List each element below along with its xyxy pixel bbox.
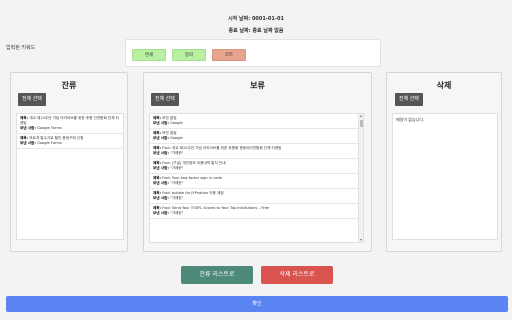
move-to-keep-button[interactable]: 잔류 리스트로: [181, 266, 253, 284]
title-label: 제목:: [153, 116, 162, 120]
title-label: 제목:: [153, 206, 162, 210]
list-item[interactable]: 제목: Fwd: 개교 제10주년 기념 아카이브를 위한 후원회 총동아리연합…: [150, 144, 363, 159]
sender-label: 보낸 사람:: [20, 141, 36, 145]
empty-message: 메일이 없습니다.: [396, 117, 425, 122]
mail-sender: "가례한": [170, 211, 184, 215]
keep-list: 제목: 개교 제10주년 기념 아카이브를 위한 후원 인연합회 단체 티켓팅 …: [16, 113, 124, 240]
sender-label: 보낸 사람:: [153, 211, 169, 215]
mail-sender: "가례한": [170, 151, 184, 155]
list-item[interactable]: 제목: 보안 알림 보낸 사람: Google: [150, 129, 363, 144]
start-date: 시작 날짜: 0001-01-01: [228, 16, 284, 22]
mail-title: 모르게 발수기로 할인 증정구매 신청: [29, 136, 84, 140]
title-label: 제목:: [153, 131, 162, 135]
list-item[interactable]: 제목: Fwd: Send Your TOEFL Scores to Your …: [150, 204, 363, 219]
scroll-down-icon[interactable]: [360, 239, 362, 241]
keep-select-all-button[interactable]: 전체 선택: [18, 93, 46, 106]
title-label: 제목:: [153, 146, 162, 150]
mail-sender: "가례한": [170, 166, 184, 170]
sender-label: 보낸 사람:: [20, 126, 36, 130]
sender-label: 보낸 사람:: [153, 121, 169, 125]
sender-label: 보낸 사람:: [153, 136, 169, 140]
sender-label: 보낸 사람:: [153, 181, 169, 185]
scroll-thumb[interactable]: [360, 120, 363, 127]
mail-title: Fwd: 개교 제10주년 기념 아카이브를 위한 후원회 총동아리연합회 단체…: [162, 146, 282, 150]
mail-sender: Google Forms: [37, 126, 62, 130]
hold-panel-title: 보류: [250, 81, 265, 90]
mail-sender: Google: [170, 136, 183, 140]
delete-select-all-button[interactable]: 전체 선택: [395, 93, 423, 106]
list-item[interactable]: 제목: 모르게 발수기로 할인 증정구매 신청 보낸 사람: Google Fo…: [17, 134, 123, 149]
title-label: 제목:: [153, 176, 162, 180]
mail-title: 개교 제10주년 기념 아카이브를 위한 후원 인연합회 단체 티켓팅: [20, 116, 119, 125]
mail-sender: "가례한": [170, 181, 184, 185]
mail-sender: Google: [170, 121, 183, 125]
list-item[interactable]: 제목: 보안 알림 보낸 사람: Google: [150, 114, 363, 129]
delete-list: 메일이 없습니다.: [392, 113, 498, 240]
scroll-up-icon[interactable]: [360, 115, 362, 117]
keyword-chip[interactable]: 면세: [132, 49, 166, 61]
confirm-button[interactable]: 확인: [6, 296, 508, 312]
keyword-chip[interactable]: 정의: [172, 49, 206, 61]
move-to-delete-button[interactable]: 삭제 리스트로: [261, 266, 333, 284]
sender-label: 보낸 사람:: [153, 151, 169, 155]
mail-title: Fwd: Send Your TOEFL Scores to Your Top …: [162, 206, 269, 210]
keyword-label: 입력된 키워드: [6, 45, 36, 51]
hold-list: 제목: 보안 알림 보낸 사람: Google 제목: 보안 알림 보낸 사람:…: [149, 113, 364, 243]
mail-title: 보안 알림: [162, 116, 177, 120]
keep-panel-title: 잔류: [61, 81, 77, 90]
title-label: 제목:: [20, 116, 29, 120]
list-item[interactable]: 제목: Fwd: bubble for JYPnation 이용 계정 보낸 사…: [150, 189, 363, 204]
hold-list-scrollbar[interactable]: [358, 114, 363, 242]
keyword-box: 면세 정의 코트: [125, 39, 381, 67]
sender-label: 보낸 사람:: [153, 166, 169, 170]
hold-panel: 보류 전체 선택 제목: 보안 알림 보낸 사람: Google 제목: 보안 …: [143, 72, 372, 252]
list-item[interactable]: 제목: 개교 제10주년 기념 아카이브를 위한 후원 인연합회 단체 티켓팅 …: [17, 114, 123, 134]
sender-label: 보낸 사람:: [153, 196, 169, 200]
mail-title: Fwd: [구글] 개인정보 이용내역 통지 안내: [162, 161, 226, 165]
keyword-chip[interactable]: 코트: [212, 49, 246, 61]
list-item[interactable]: 제목: Fwd: [구글] 개인정보 이용내역 통지 안내 보낸 사람: "가례…: [150, 159, 363, 174]
delete-panel-title: 삭제: [436, 81, 452, 90]
mail-sender: Google Forms: [37, 141, 62, 145]
title-label: 제목:: [20, 136, 29, 140]
mail-title: 보안 알림: [162, 131, 177, 135]
mail-title: Fwd: Your two-factor sign in code: [162, 176, 222, 180]
title-label: 제목:: [153, 191, 162, 195]
hold-select-all-button[interactable]: 전체 선택: [151, 93, 179, 106]
delete-panel: 삭제 전체 선택 메일이 없습니다.: [386, 72, 502, 252]
keep-panel: 잔류 전체 선택 제목: 개교 제10주년 기념 아카이브를 위한 후원 인연합…: [10, 72, 128, 252]
mail-sender: "가례한": [170, 196, 184, 200]
end-date: 종료 날짜: 종료 날짜 없음: [228, 28, 284, 34]
list-item[interactable]: 제목: Fwd: Your two-factor sign in code 보낸…: [150, 174, 363, 189]
mail-title: Fwd: bubble for JYPnation 이용 계정: [162, 191, 224, 195]
title-label: 제목:: [153, 161, 162, 165]
